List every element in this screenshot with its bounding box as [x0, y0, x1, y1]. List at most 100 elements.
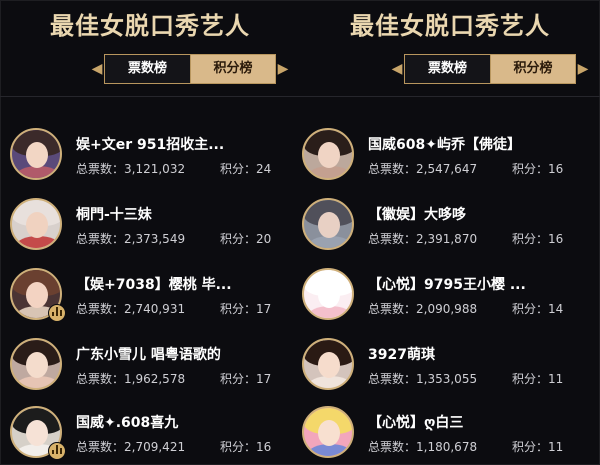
points: 积分：16 — [512, 160, 563, 177]
points: 积分：16 — [512, 230, 563, 247]
points: 积分：17 — [220, 300, 271, 317]
total-votes-value: 2,547,647 — [416, 162, 478, 176]
avatar-face — [318, 212, 340, 238]
points-value: 16 — [256, 440, 272, 454]
contestant-name[interactable]: 娱+文er 951招收主... — [76, 134, 286, 154]
total-votes-label: 总票数： — [368, 372, 417, 386]
total-votes-value: 2,709,421 — [124, 440, 186, 454]
total-votes: 总票数：1,353,055 — [368, 370, 477, 387]
header-divider — [0, 96, 600, 97]
contestant-name[interactable]: 国威608✦屿乔【佛徒】 — [368, 134, 578, 154]
total-votes-value: 2,373,549 — [124, 232, 186, 246]
total-votes-value: 1,180,678 — [416, 440, 478, 454]
contestant-name[interactable]: 【心悦】ღ白三 — [368, 412, 578, 432]
ranking-tabs: ◀ 票数榜 积分榜 ▶ — [390, 54, 590, 84]
ranking-row[interactable]: 国威✦.608喜九 总票数：2,709,421 积分：16 — [0, 406, 300, 465]
points-value: 14 — [548, 302, 564, 316]
avatar-body — [16, 166, 60, 178]
contestant-name[interactable]: 桐門-十三妹 — [76, 204, 286, 224]
ranking-row[interactable]: 桐門-十三妹 总票数：2,373,549 积分：20 — [0, 198, 300, 258]
points-label: 积分： — [512, 302, 549, 316]
points: 积分：20 — [220, 230, 271, 247]
chevron-right-icon: ▶ — [277, 61, 289, 77]
total-votes: 总票数：1,962,578 — [76, 370, 185, 387]
total-votes-label: 总票数： — [368, 162, 417, 176]
ranking-row[interactable]: 娱+文er 951招收主... 总票数：3,121,032 积分：24 — [0, 128, 300, 188]
total-votes-label: 总票数： — [76, 302, 125, 316]
contestant-name[interactable]: 【徽娱】大哆哆 — [368, 204, 578, 224]
ranking-row[interactable]: 3927萌琪 总票数：1,353,055 积分：11 — [300, 338, 600, 398]
points-label: 积分： — [512, 232, 549, 246]
ranking-row[interactable]: 国威608✦屿乔【佛徒】总票数：2,547,647 积分：16 — [300, 128, 600, 188]
total-votes-value: 2,090,988 — [416, 302, 478, 316]
total-votes: 总票数：2,709,421 — [76, 438, 185, 455]
total-votes-label: 总票数： — [368, 302, 417, 316]
bar-chart-icon — [48, 442, 66, 460]
ranking-row[interactable]: 【心悦】9795王小樱 ... 总票数：2,090,988 积分：14 — [300, 268, 600, 328]
avatar-face — [26, 420, 48, 446]
avatar[interactable] — [302, 268, 354, 320]
points-value: 16 — [548, 232, 564, 246]
total-votes-label: 总票数： — [368, 232, 417, 246]
points: 积分：16 — [220, 438, 271, 455]
avatar[interactable] — [10, 198, 62, 250]
points-label: 积分： — [220, 302, 257, 316]
total-votes-value: 1,353,055 — [416, 372, 478, 386]
avatar-body — [308, 166, 352, 178]
contestant-name[interactable]: 【心悦】9795王小樱 ... — [368, 274, 578, 294]
avatar[interactable] — [302, 338, 354, 390]
contestant-name[interactable]: 国威✦.608喜九 — [76, 412, 286, 432]
total-votes: 总票数：3,121,032 — [76, 160, 185, 177]
contestant-name[interactable]: 广东小雪儿 唱粤语歌的 — [76, 344, 286, 364]
points: 积分：17 — [220, 370, 271, 387]
avatar-face — [318, 352, 340, 378]
points-value: 17 — [256, 372, 272, 386]
chevron-left-icon: ◀ — [391, 61, 403, 77]
points-value: 16 — [548, 162, 564, 176]
avatar-face — [26, 212, 48, 238]
avatar[interactable] — [10, 338, 62, 390]
tab-points[interactable]: 积分榜 — [490, 54, 576, 84]
total-votes-label: 总票数： — [76, 232, 125, 246]
total-votes-value: 1,962,578 — [124, 372, 186, 386]
ranking-row[interactable]: 广东小雪儿 唱粤语歌的 总票数：1,962,578 积分：17 — [0, 338, 300, 398]
avatar[interactable] — [10, 128, 62, 180]
contestant-name[interactable]: 【娱+7038】樱桃 毕... — [76, 274, 286, 294]
avatar-body — [308, 376, 352, 388]
avatar[interactable] — [302, 406, 354, 458]
ranking-row[interactable]: 【徽娱】大哆哆 总票数：2,391,870 积分：16 — [300, 198, 600, 258]
total-votes: 总票数：1,180,678 — [368, 438, 477, 455]
avatar-body — [308, 444, 352, 456]
total-votes-value: 3,121,032 — [124, 162, 186, 176]
points-label: 积分： — [512, 162, 549, 176]
total-votes-value: 2,740,931 — [124, 302, 186, 316]
chevron-right-icon: ▶ — [577, 61, 589, 77]
avatar-face — [26, 282, 48, 308]
avatar[interactable] — [302, 128, 354, 180]
points: 积分：11 — [512, 370, 563, 387]
points: 积分：11 — [512, 438, 563, 455]
avatar[interactable] — [302, 198, 354, 250]
total-votes: 总票数：2,740,931 — [76, 300, 185, 317]
points-value: 17 — [256, 302, 272, 316]
total-votes: 总票数：2,373,549 — [76, 230, 185, 247]
tab-votes[interactable]: 票数榜 — [404, 54, 490, 84]
points-label: 积分： — [512, 440, 549, 454]
tab-votes[interactable]: 票数榜 — [104, 54, 190, 84]
avatar-face — [26, 352, 48, 378]
tab-points[interactable]: 积分榜 — [190, 54, 276, 84]
chevron-left-icon: ◀ — [91, 61, 103, 77]
points-label: 积分： — [512, 372, 549, 386]
contestant-name[interactable]: 3927萌琪 — [368, 344, 578, 364]
points-value: 11 — [548, 440, 564, 454]
points: 积分：14 — [512, 300, 563, 317]
ranking-row[interactable]: 【心悦】ღ白三 总票数：1,180,678 积分：11 — [300, 406, 600, 465]
points-value: 20 — [256, 232, 272, 246]
ranking-tabs: ◀ 票数榜 积分榜 ▶ — [90, 54, 290, 84]
ranking-row[interactable]: 【娱+7038】樱桃 毕... 总票数：2,740,931 积分：17 — [0, 268, 300, 328]
panel-title: 最佳女脱口秀艺人 — [50, 12, 250, 40]
points-label: 积分： — [220, 162, 257, 176]
total-votes: 总票数：2,090,988 — [368, 300, 477, 317]
avatar-face — [318, 420, 340, 446]
total-votes: 总票数：2,391,870 — [368, 230, 477, 247]
